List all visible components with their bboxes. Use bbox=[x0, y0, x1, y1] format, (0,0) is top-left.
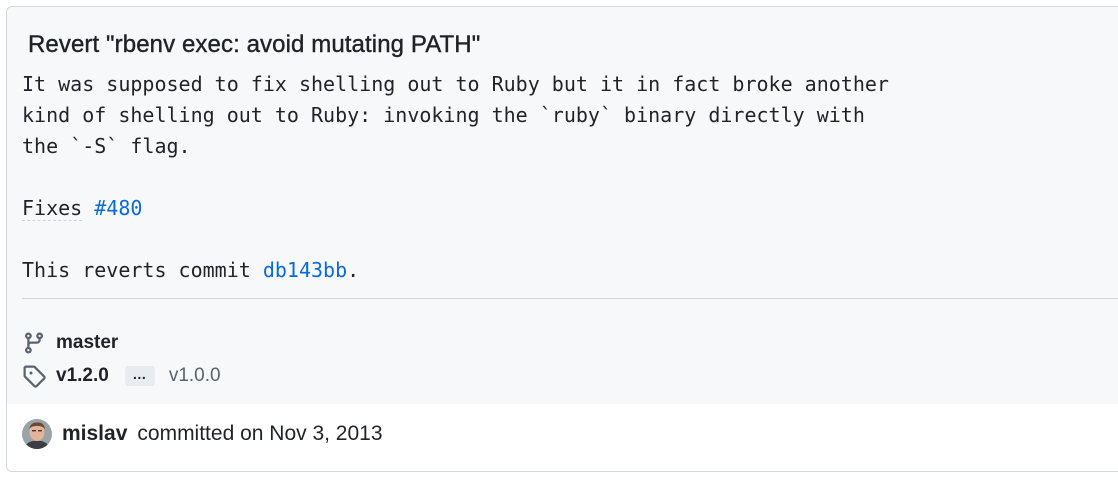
tag-link-other[interactable]: v1.0.0 bbox=[169, 365, 221, 387]
commit-details-box: Revert "rbenv exec: avoid mutating PATH"… bbox=[6, 6, 1118, 472]
branch-row: master bbox=[22, 331, 118, 355]
tag-row: v1.2.0 … v1.0.0 bbox=[22, 364, 221, 388]
reverts-text: This reverts commit bbox=[22, 258, 251, 282]
fixes-label: Fixes bbox=[22, 196, 83, 221]
git-branch-icon bbox=[22, 331, 46, 355]
tag-icon bbox=[22, 364, 46, 388]
author-row: mislav committed on Nov 3, 2013 bbox=[22, 419, 383, 449]
commit-footer: mislav committed on Nov 3, 2013 bbox=[7, 404, 1118, 471]
description-line-2: kind of shelling out to Ruby: invoking t… bbox=[22, 103, 865, 127]
expand-tags-button[interactable]: … bbox=[124, 366, 155, 386]
commit-date-text: committed on Nov 3, 2013 bbox=[137, 422, 383, 445]
author-link[interactable]: mislav bbox=[62, 422, 127, 446]
header-divider bbox=[22, 298, 1118, 299]
reverted-commit-link[interactable]: db143bb bbox=[263, 258, 347, 282]
avatar[interactable] bbox=[22, 419, 52, 449]
reverts-period: . bbox=[347, 258, 360, 282]
description-line-1: It was supposed to fix shelling out to R… bbox=[22, 72, 889, 96]
commit-description: It was supposed to fix shelling out to R… bbox=[22, 69, 1102, 286]
commit-title: Revert "rbenv exec: avoid mutating PATH" bbox=[28, 31, 481, 58]
description-line-3: the `-S` flag. bbox=[22, 134, 191, 158]
issue-link[interactable]: #480 bbox=[94, 196, 142, 220]
tag-link[interactable]: v1.2.0 bbox=[56, 365, 109, 387]
commit-header: Revert "rbenv exec: avoid mutating PATH"… bbox=[7, 7, 1118, 405]
branch-link[interactable]: master bbox=[56, 332, 118, 354]
